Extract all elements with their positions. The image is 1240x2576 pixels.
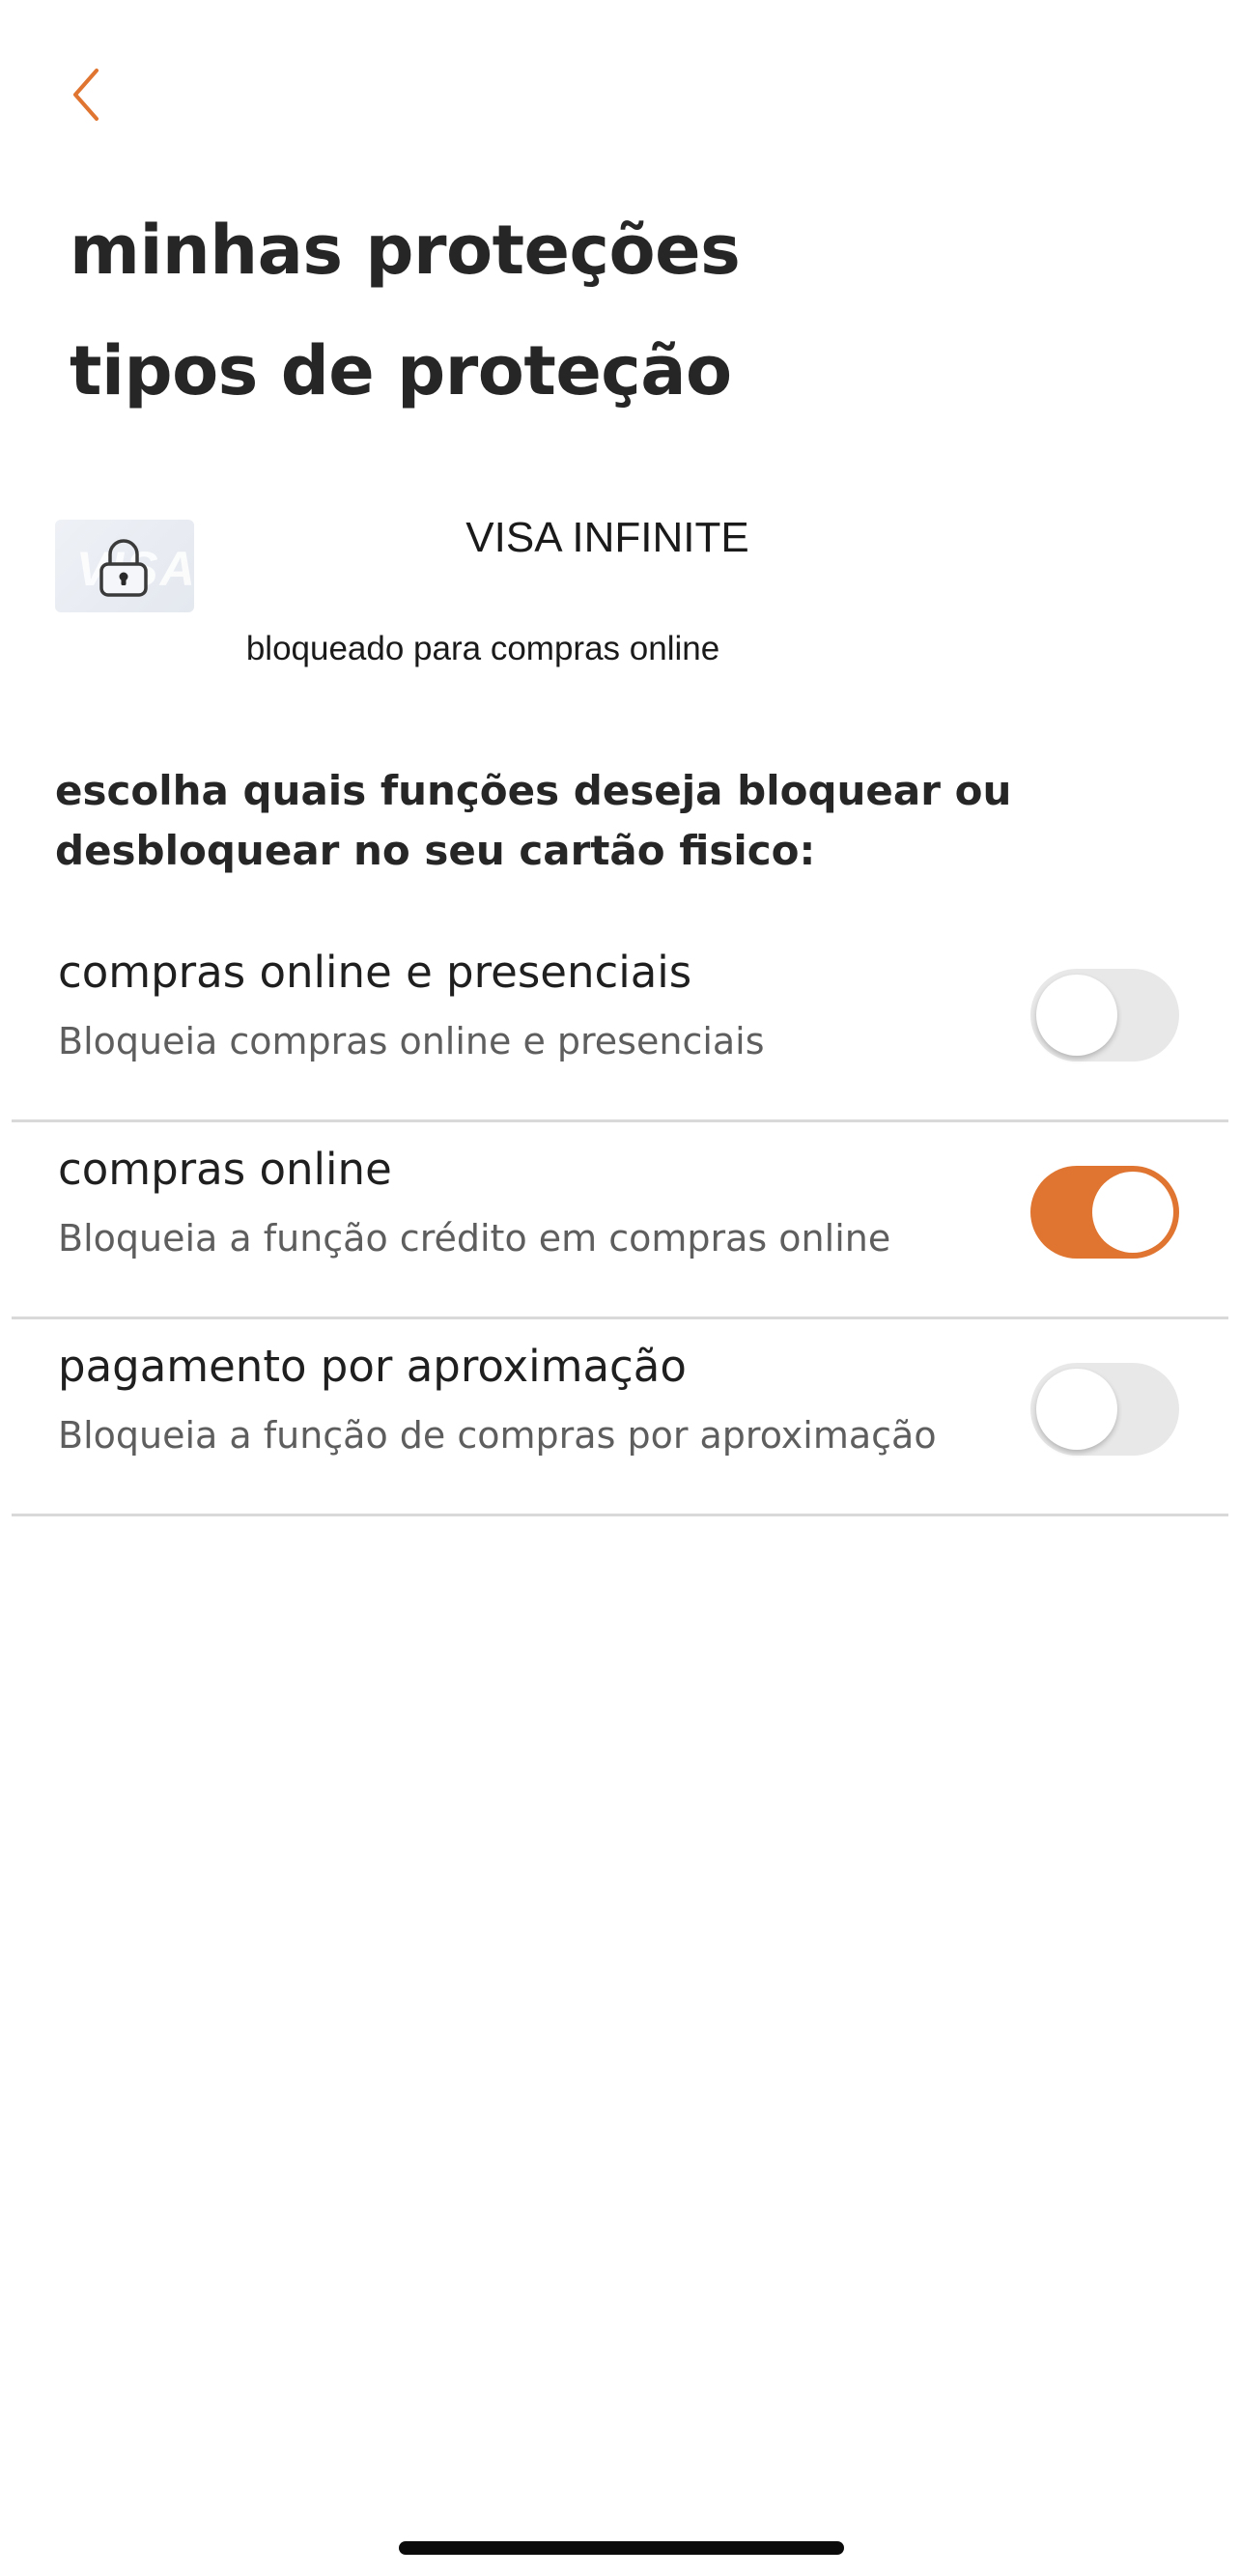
toggle-compras-online[interactable] <box>1030 1166 1179 1259</box>
chevron-left-icon <box>70 67 102 127</box>
option-title: compras online <box>58 1144 392 1195</box>
card-name: VISA INFINITE <box>465 514 749 561</box>
option-title: compras online e presenciais <box>58 947 692 998</box>
option-description: Bloqueia a função crédito em compras onl… <box>58 1217 891 1260</box>
option-row-pagamento-aproximacao: pagamento por aproximação Bloqueia a fun… <box>12 1319 1228 1516</box>
option-row-compras-online: compras online Bloqueia a função crédito… <box>12 1122 1228 1319</box>
toggle-compras-online-presenciais[interactable] <box>1030 969 1179 1062</box>
toggle-knob <box>1036 1369 1117 1450</box>
lock-icon <box>96 535 152 603</box>
toggle-knob <box>1092 1172 1173 1253</box>
toggle-knob <box>1036 975 1117 1056</box>
card-thumbnail: VISA <box>55 520 194 612</box>
option-description: Bloqueia compras online e presenciais <box>58 1020 765 1062</box>
option-title: pagamento por aproximação <box>58 1341 687 1392</box>
option-description: Bloqueia a função de compras por aproxim… <box>58 1414 937 1457</box>
back-button[interactable] <box>70 58 127 135</box>
instructions-text: escolha quais funções deseja bloquear ou… <box>55 767 1012 874</box>
toggle-pagamento-aproximacao[interactable] <box>1030 1363 1179 1456</box>
page-title: minhas proteções <box>70 211 741 290</box>
section-title: tipos de proteção <box>70 331 732 410</box>
option-row-compras-online-presenciais: compras online e presenciais Bloqueia co… <box>12 925 1228 1122</box>
card-status: bloqueado para compras online <box>245 630 720 667</box>
home-indicator <box>399 2541 844 2555</box>
